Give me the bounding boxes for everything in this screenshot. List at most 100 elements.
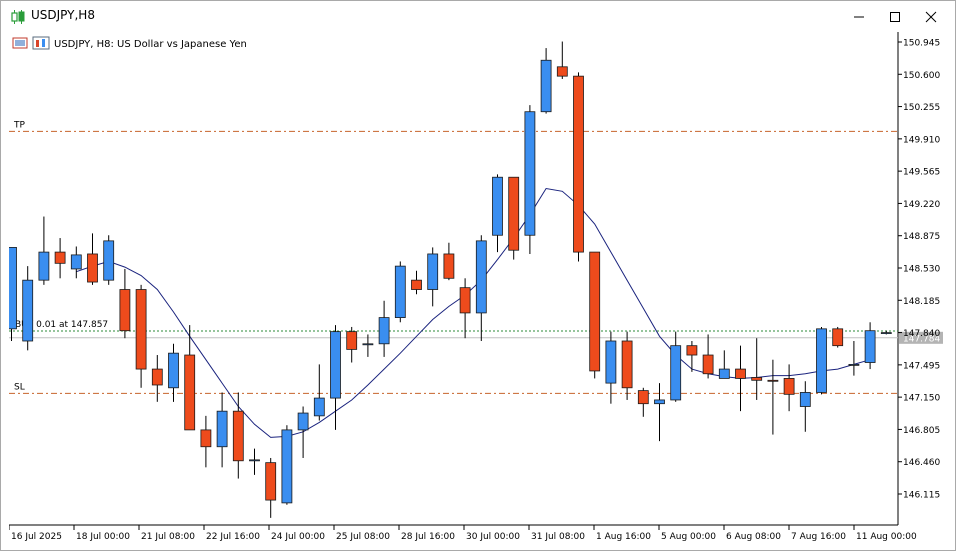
candle[interactable] bbox=[38, 216, 50, 285]
bull-candle-body bbox=[654, 399, 665, 405]
candle[interactable] bbox=[378, 300, 390, 357]
bull-candle-body bbox=[394, 265, 406, 318]
bear-candle-body bbox=[589, 251, 601, 372]
bear-candle-body bbox=[637, 390, 649, 405]
candlestick-chart[interactable]: USDJPY, H8: US Dollar vs Japanese Yen TP… bbox=[9, 32, 949, 550]
candle[interactable] bbox=[281, 425, 293, 505]
candle[interactable] bbox=[718, 350, 730, 379]
x-tick-label: 28 Jul 16:00 bbox=[401, 532, 455, 542]
bull-candle-body bbox=[249, 459, 260, 462]
candle[interactable] bbox=[573, 72, 584, 262]
candle[interactable] bbox=[87, 233, 98, 285]
candle[interactable] bbox=[508, 176, 520, 260]
x-tick-label: 1 Aug 16:00 bbox=[596, 532, 651, 542]
chart-area[interactable]: USDJPY, H8: US Dollar vs Japanese Yen TP… bbox=[9, 32, 949, 550]
candle[interactable] bbox=[22, 266, 34, 351]
candle[interactable] bbox=[394, 261, 406, 323]
moving-average-line bbox=[76, 187, 871, 438]
candle[interactable] bbox=[783, 364, 795, 412]
candle[interactable] bbox=[589, 251, 601, 379]
candle[interactable] bbox=[735, 345, 746, 412]
candle[interactable] bbox=[346, 326, 358, 363]
bear-candle-body bbox=[135, 289, 147, 370]
bear-candle-body bbox=[232, 410, 244, 462]
candle[interactable] bbox=[249, 448, 260, 475]
bull-candle-body bbox=[880, 332, 892, 334]
candle[interactable] bbox=[540, 48, 552, 114]
y-tick-label: 146.460 bbox=[903, 458, 940, 468]
y-tick-label: 147.495 bbox=[903, 361, 940, 371]
candle[interactable] bbox=[654, 383, 665, 442]
bear-candle-body bbox=[702, 354, 714, 375]
candle[interactable] bbox=[103, 235, 115, 285]
candle[interactable] bbox=[816, 326, 827, 395]
candle[interactable] bbox=[54, 238, 66, 279]
candle[interactable] bbox=[864, 322, 876, 370]
candle[interactable] bbox=[524, 105, 536, 254]
candle[interactable] bbox=[799, 381, 811, 432]
candle[interactable] bbox=[151, 355, 163, 402]
y-tick-label: 148.530 bbox=[903, 265, 940, 275]
bull-candle-body bbox=[281, 429, 293, 504]
candle[interactable] bbox=[313, 364, 325, 421]
bear-candle-body bbox=[151, 368, 163, 386]
candle[interactable] bbox=[443, 242, 455, 281]
candle[interactable] bbox=[119, 268, 131, 339]
candle[interactable] bbox=[411, 270, 422, 295]
bull-candle-body bbox=[103, 240, 115, 281]
candle[interactable] bbox=[297, 406, 309, 458]
maximize-button[interactable] bbox=[877, 1, 913, 32]
y-tick-label: 146.805 bbox=[903, 426, 940, 436]
x-tick-label: 5 Aug 00:00 bbox=[661, 532, 716, 542]
candle[interactable] bbox=[216, 392, 228, 468]
candle[interactable] bbox=[232, 392, 244, 479]
close-button[interactable] bbox=[913, 1, 949, 32]
chart-window: USDJPY,H8 USDJPY, H8: US Dollar vs Japan… bbox=[0, 0, 956, 551]
x-tick-label: 31 Jul 08:00 bbox=[531, 532, 585, 542]
bear-candle-body bbox=[119, 289, 131, 332]
maximize-icon bbox=[890, 11, 900, 22]
candle[interactable] bbox=[605, 331, 617, 404]
minimize-button[interactable] bbox=[841, 1, 877, 32]
bear-candle-body bbox=[735, 368, 746, 379]
candle[interactable] bbox=[9, 247, 17, 341]
candle[interactable] bbox=[265, 457, 277, 518]
bull-candle-body bbox=[718, 368, 730, 379]
candle[interactable] bbox=[848, 340, 860, 376]
bull-candle-body bbox=[378, 317, 390, 345]
candle[interactable] bbox=[475, 235, 487, 341]
candle[interactable] bbox=[200, 415, 212, 468]
bull-candle-body bbox=[816, 328, 827, 393]
title-bar[interactable]: USDJPY,H8 bbox=[1, 1, 955, 32]
bull-candle-body bbox=[297, 412, 309, 431]
candle[interactable] bbox=[492, 174, 503, 253]
candlestick-chart-icon bbox=[11, 9, 25, 28]
x-tick-label: 24 Jul 00:00 bbox=[271, 532, 325, 542]
candle[interactable] bbox=[621, 331, 633, 400]
candle[interactable] bbox=[767, 359, 779, 435]
x-tick-label: 22 Jul 16:00 bbox=[206, 532, 260, 542]
candle[interactable] bbox=[832, 326, 844, 348]
bear-candle-body bbox=[411, 279, 422, 290]
bull-candle-body bbox=[524, 111, 536, 236]
bull-candle-body bbox=[492, 176, 503, 236]
minimize-icon bbox=[854, 16, 864, 17]
candle[interactable] bbox=[459, 278, 471, 339]
bear-candle-body bbox=[87, 253, 98, 283]
candle[interactable] bbox=[686, 340, 698, 372]
candle[interactable] bbox=[702, 334, 714, 379]
candle[interactable] bbox=[135, 284, 147, 388]
window-title: USDJPY,H8 bbox=[31, 8, 95, 22]
candle[interactable] bbox=[427, 247, 439, 307]
candle[interactable] bbox=[751, 338, 763, 400]
chart-header-icons[interactable] bbox=[12, 36, 50, 50]
candle[interactable] bbox=[637, 387, 649, 417]
x-tick-label: 30 Jul 00:00 bbox=[466, 532, 520, 542]
candle[interactable] bbox=[70, 246, 82, 279]
candle[interactable] bbox=[670, 331, 682, 402]
sl-label: SL bbox=[14, 382, 25, 392]
candle[interactable] bbox=[556, 41, 568, 79]
bear-candle-body bbox=[751, 377, 763, 381]
bear-candle-body bbox=[832, 328, 844, 347]
bull-candle-body bbox=[168, 352, 179, 389]
